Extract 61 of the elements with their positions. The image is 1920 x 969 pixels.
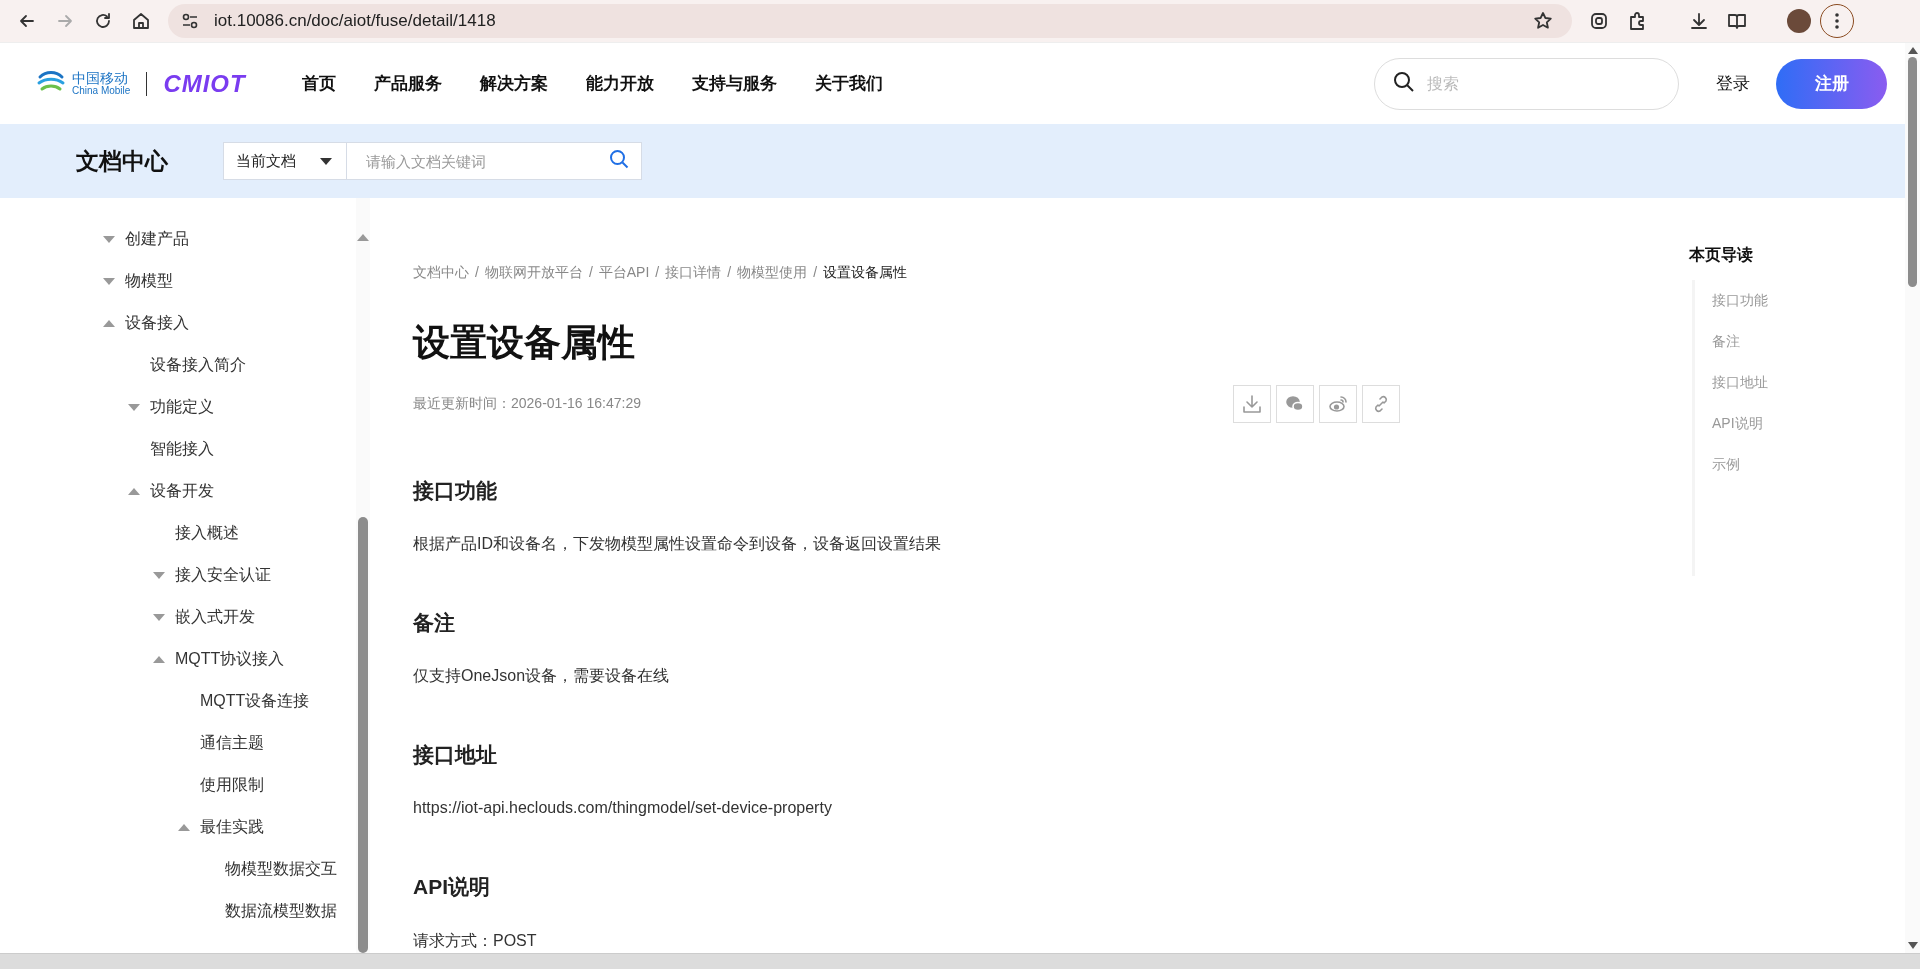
tree-item[interactable]: 嵌入式开发 [0,596,356,638]
paragraph: https://iot-api.heclouds.com/thingmodel/set-device-property [413,799,833,818]
brand-name: China Mobile [72,85,131,97]
scrollbar-thumb[interactable] [358,517,368,953]
breadcrumb-separator: / [727,264,732,282]
tree-item[interactable]: 设备接入简介 [0,344,356,386]
nav-link[interactable]: 产品服务 [373,72,442,95]
doc-search-field[interactable]: 请输入文档关键词 [347,142,642,180]
breadcrumb-link[interactable]: 物联网开放平台 [484,264,583,282]
weibo-icon[interactable] [1319,384,1357,423]
caret-down-icon [320,157,332,165]
toc-title: 本页导读 [1689,245,1754,265]
tree-item[interactable]: 物模型 [0,260,356,302]
tree-item[interactable]: 使用限制 [0,764,356,806]
page-title: 设置设备属性 [413,321,636,365]
nav-link[interactable]: 首页 [301,72,336,95]
breadcrumb-separator: / [813,264,818,282]
breadcrumb-current[interactable]: 设置设备属性 [823,264,908,282]
site-settings-icon[interactable] [180,11,200,31]
wechat-icon[interactable] [1276,384,1314,423]
paragraph: 仅支持OneJson设备，需要设备在线 [413,667,671,686]
tree-item[interactable]: 物模型数据交互 [0,848,356,890]
section-heading: 接口地址 [413,742,498,768]
breadcrumb-separator: / [475,264,479,282]
paragraph: 根据产品ID和设备名，下发物模型属性设置命令到设备，设备返回设置结果 [413,535,942,553]
tree-item[interactable]: 通信主题 [0,722,356,764]
tree-item[interactable]: 智能接入 [0,428,356,470]
breadcrumb-link[interactable]: 文档中心 [413,264,469,282]
tree-item[interactable]: 接入安全认证 [0,554,356,596]
breadcrumb-link[interactable]: 物模型使用 [737,264,808,282]
update-time: 最近更新时间：2026-01-16 16:47:29 [413,394,641,413]
tree-item[interactable]: 数据流模型数据 [0,890,356,932]
paragraph: 请求方式：POST [413,931,538,950]
section-heading: 接口功能 [413,477,498,503]
tree-item[interactable]: 设备开发 [0,470,356,512]
section-heading: 备注 [413,610,456,636]
tree-item[interactable]: 功能定义 [0,386,356,428]
nav-link[interactable]: 解决方案 [479,72,548,95]
breadcrumb-separator: / [655,264,660,282]
nav-link[interactable]: 能力开放 [585,72,654,95]
tree-item[interactable]: 接入概述 [0,512,356,554]
section-heading: API说明 [413,874,491,900]
tree-item[interactable]: 创建产品 [0,218,356,260]
tree-item[interactable]: MQTT设备连接 [0,680,356,722]
register-button[interactable]: 注册 [1776,58,1887,109]
scrollbar[interactable] [356,198,370,953]
tree-item[interactable]: 最佳实践 [0,806,356,848]
page-section-title: 文档中心 [76,146,169,176]
product-logo: CMIOT [163,69,246,98]
scrollbar-thumb[interactable] [1908,57,1917,287]
breadcrumb-link[interactable]: 接口详情 [665,264,722,282]
search-input[interactable]: 搜索 [1425,73,1660,94]
breadcrumb-link[interactable]: 平台API [598,264,650,282]
nav-link[interactable]: 支持与服务 [691,72,777,95]
scope-dropdown[interactable]: 当前文档 [223,142,347,180]
nav-link[interactable]: 关于我们 [814,72,883,95]
login-link[interactable]: 登录 [1716,72,1750,95]
breadcrumb-separator: / [588,264,593,282]
tree-item[interactable]: MQTT协议接入 [0,638,356,680]
tree-item[interactable]: 设备接入 [0,302,356,344]
brand-name: 中国移动 [72,70,129,86]
